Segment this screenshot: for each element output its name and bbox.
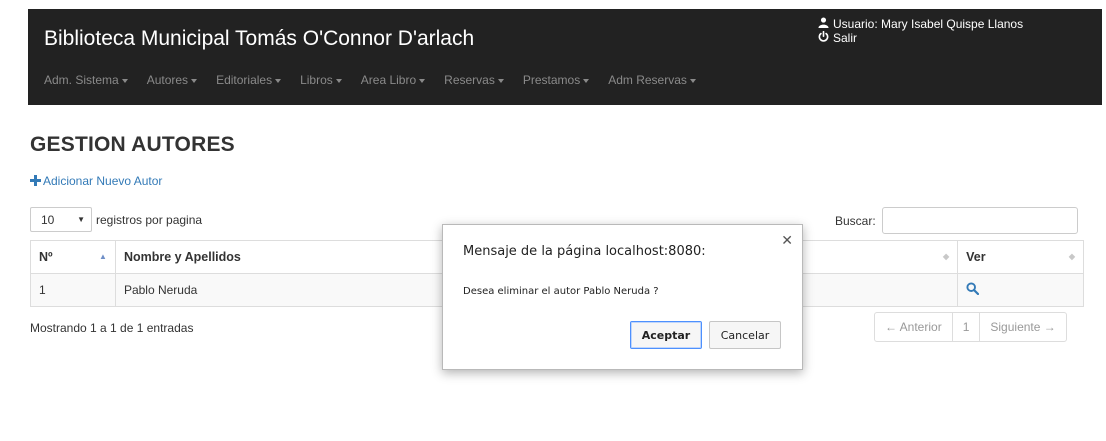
cancel-button[interactable]: Cancelar [709,321,781,349]
pagination: ← Anterior 1 Siguiente → [874,312,1067,342]
menu-label: Adm Reservas [608,73,687,87]
search-control: Buscar: [835,207,1078,234]
menu-label: Reservas [444,73,495,87]
chevron-down-icon [583,78,590,83]
sort-both-icon: ◆ [1068,252,1075,261]
user-info[interactable]: Usuario: Mary Isabel Quispe Llanos [818,17,1023,31]
page-title: GESTION AUTORES [30,133,235,156]
chevron-down-icon [121,78,128,83]
page-length-value: 10 [41,212,55,227]
menu-area-libro[interactable]: Area Libro [360,73,426,87]
column-header-label: Nº [39,250,53,264]
chevron-down-icon [689,78,696,83]
user-label: Usuario: Mary Isabel Quispe Llanos [833,17,1024,31]
search-label: Buscar: [835,213,876,228]
add-author-link[interactable]: Adicionar Nuevo Autor [30,174,162,188]
add-author-label: Adicionar Nuevo Autor [43,174,163,188]
search-input[interactable] [881,207,1078,234]
column-header-label: Nombre y Apellidos [123,250,241,264]
close-icon[interactable]: ✕ [781,233,793,249]
menu-label: Adm. Sistema [44,73,119,87]
menu-prestamos[interactable]: Prestamos [522,73,590,87]
user-icon [818,17,829,31]
page-length-control: 10 ▼ registros por pagina [30,207,202,232]
cell-view [957,273,1084,307]
chevron-down-icon [275,78,282,83]
menu-editoriales[interactable]: Editoriales [216,73,282,87]
menu-label: Editoriales [216,73,273,87]
confirm-dialog: Mensaje de la página localhost:8080: ✕ D… [442,224,803,370]
sort-ascending-icon: ▲ [99,252,107,261]
column-header-number[interactable]: Nº ▲ [30,240,116,274]
column-header-view[interactable]: Ver ◆ [957,240,1084,274]
menu-autores[interactable]: Autores [146,73,198,87]
main-menu: Adm. Sistema Autores Editoriales Libros … [44,73,715,87]
chevron-down-icon [419,78,426,83]
menu-adm-reservas[interactable]: Adm Reservas [608,73,696,87]
cell-number: 1 [30,273,116,307]
table-info: Mostrando 1 a 1 de 1 entradas [30,321,194,335]
chevron-down-icon [191,78,198,83]
chevron-down-icon [335,78,342,83]
accept-button[interactable]: Aceptar [630,321,702,349]
user-area: Usuario: Mary Isabel Quispe Llanos Salir [818,17,1023,45]
menu-label: Libros [300,73,333,87]
prev-page-button[interactable]: ← Anterior [874,312,953,342]
brand-title[interactable]: Biblioteca Municipal Tomás O'Connor D'ar… [44,27,474,51]
logout-label: Salir [833,31,858,45]
navbar: Biblioteca Municipal Tomás O'Connor D'ar… [28,9,1102,105]
power-icon [818,30,829,45]
menu-reservas[interactable]: Reservas [444,73,504,87]
page-length-label: registros por pagina [96,212,203,227]
menu-label: Autores [146,73,189,87]
logout-link[interactable]: Salir [818,30,1023,45]
menu-adm-sistema[interactable]: Adm. Sistema [44,73,128,87]
sort-both-icon: ◆ [942,252,950,261]
page-length-select[interactable]: 10 ▼ [30,207,92,232]
page-1-button[interactable]: 1 [951,312,981,342]
chevron-down-icon [497,78,504,83]
next-page-button[interactable]: Siguiente → [979,312,1067,342]
column-header-label: Ver [966,250,986,264]
dialog-title: Mensaje de la página localhost:8080: [463,244,706,259]
dialog-message: Desea eliminar el autor Pablo Neruda ? [463,286,659,297]
dropdown-arrow-icon: ▼ [77,215,85,224]
plus-icon [30,175,41,187]
menu-label: Area Libro [360,73,417,87]
menu-label: Prestamos [522,73,581,87]
menu-libros[interactable]: Libros [300,73,342,87]
search-icon[interactable] [966,282,980,298]
